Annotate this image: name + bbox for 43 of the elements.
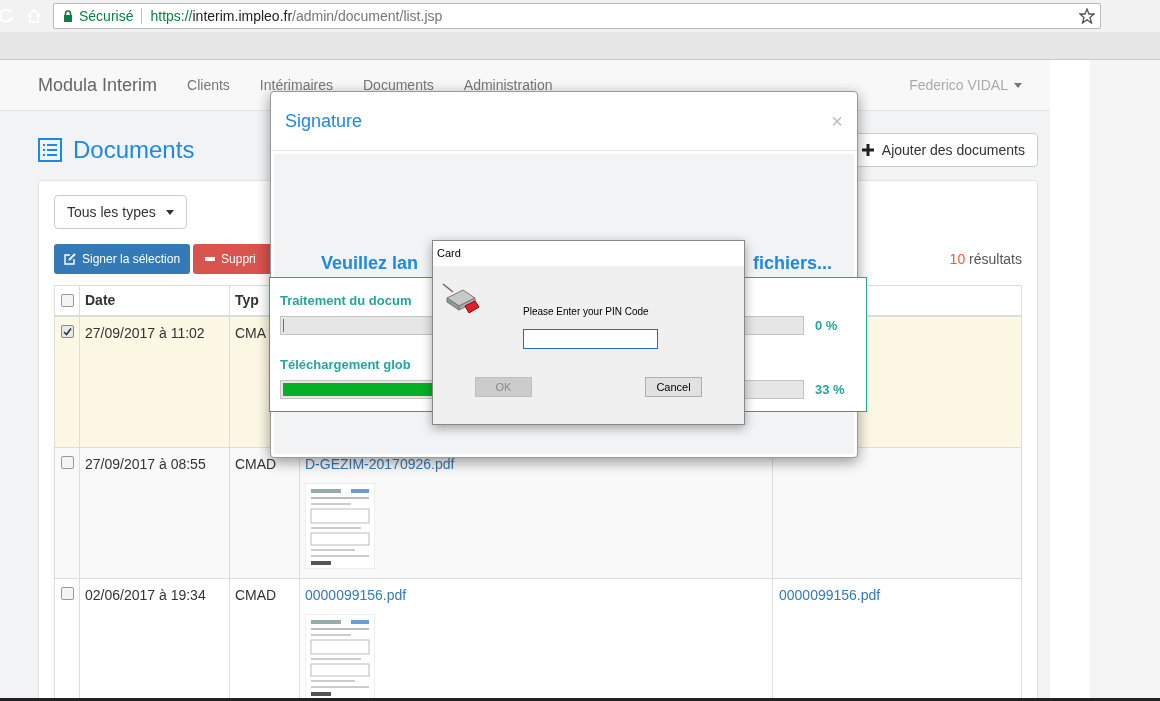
type-cell: CMAD	[235, 456, 277, 472]
plus-icon	[861, 144, 874, 156]
modal-heading: fichiers...	[752, 252, 832, 275]
bookmark-star-icon[interactable]	[1079, 8, 1095, 24]
modal-heading: Veuillez lan	[321, 252, 419, 275]
file-link[interactable]: 0000099156.pdf	[305, 587, 407, 603]
date-cell: 02/06/2017 à 19:34	[85, 587, 206, 603]
progress-reading: 0 %	[815, 317, 838, 335]
list-icon	[38, 138, 62, 162]
dialog-title: Card	[437, 246, 461, 262]
progress-reading: 33 %	[815, 380, 845, 399]
security-label: Sécurisé	[79, 6, 134, 26]
type-cell: CMA	[235, 325, 267, 341]
table-row[interactable]: 27/09/2017 à 08:55 CMAD D-GEZIM-20170926.pdf	[55, 448, 1021, 579]
page-title: Documents	[73, 135, 195, 165]
date-cell: 27/09/2017 à 08:55	[85, 456, 206, 472]
modal-title: Signature	[285, 109, 363, 133]
file-link[interactable]: D-GEZIM-20170926.pdf	[305, 456, 455, 472]
row-checkbox[interactable]	[60, 587, 74, 600]
url-text: https://interim.impleo.fr/admin/document/list.jsp	[150, 6, 443, 26]
nav-link[interactable]: Clients	[187, 74, 230, 96]
cancel-button[interactable]: Cancel	[645, 377, 702, 397]
column-header[interactable]: Date	[80, 286, 230, 315]
row-checkbox[interactable]	[60, 294, 74, 307]
row-checkbox[interactable]	[60, 456, 74, 469]
sign-selection-button[interactable]: Signer la sélection	[54, 244, 191, 274]
file-link[interactable]: 0000099156.pdf	[779, 587, 881, 603]
caret-icon	[165, 209, 174, 215]
pin-prompt: Please Enter your PIN Code	[523, 305, 650, 319]
edit-icon	[64, 253, 76, 265]
address-bar[interactable]: Sécurisé https://interim.impleo.fr/admin/document/list.jsp	[53, 3, 1101, 29]
pin-field[interactable]	[523, 329, 658, 349]
card-reader-icon	[441, 282, 481, 316]
progress-label: Téléchargement glob	[280, 356, 411, 372]
results-count: 10 résultats	[949, 249, 1022, 269]
date-cell: 27/09/2017 à 11:02	[85, 325, 205, 341]
type-cell: CMAD	[235, 587, 277, 603]
type-dropdown[interactable]: Tous les types	[54, 195, 187, 229]
lock-icon	[63, 10, 73, 22]
brand-name[interactable]: Modula Interim	[38, 71, 158, 99]
minus-icon	[205, 257, 216, 261]
caret-icon	[1014, 82, 1022, 88]
row-checkbox[interactable]	[60, 325, 74, 338]
